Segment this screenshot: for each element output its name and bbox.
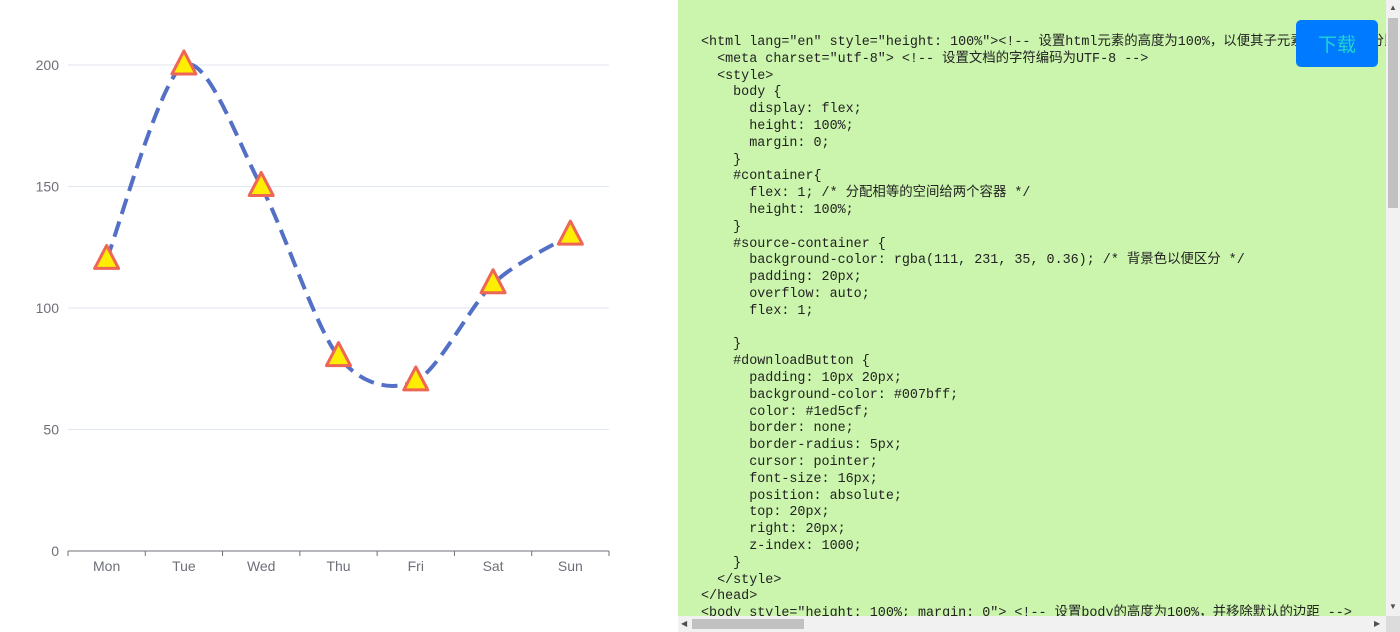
x-tick-label: Sat [483, 558, 504, 574]
data-point-triangle [402, 365, 430, 392]
code-line: display: flex; [701, 102, 862, 118]
x-tick-label: Sun [558, 558, 583, 574]
y-tick-label: 200 [36, 57, 60, 73]
code-line: position: absolute; [701, 488, 902, 504]
code-line: } [701, 152, 742, 168]
x-tick-label: Thu [326, 558, 350, 574]
code-line: top: 20px; [701, 505, 830, 521]
code-line: #container{ [701, 169, 822, 185]
code-line: margin: 0; [701, 135, 830, 151]
code-line: <html lang="en" style="height: 100%"><!-… [701, 35, 1386, 50]
code-line: #source-container { [701, 236, 886, 252]
y-tick-label: 100 [36, 300, 60, 316]
x-tick-label: Fri [408, 558, 424, 574]
scroll-up-arrow-icon[interactable]: ▲ [1389, 3, 1397, 12]
download-button[interactable]: 下载 [1296, 20, 1378, 67]
code-line: height: 100%; [701, 118, 854, 134]
y-tick-label: 50 [43, 422, 59, 438]
x-tick-label: Mon [93, 558, 120, 574]
code-line: flex: 1; [701, 303, 814, 319]
data-point-triangle [170, 49, 198, 76]
code-line: </head> [701, 589, 758, 605]
scroll-down-arrow-icon[interactable]: ▼ [1389, 602, 1397, 611]
data-point-triangle [479, 268, 507, 295]
scroll-left-arrow-icon[interactable]: ◀ [681, 619, 687, 628]
code-line: padding: 10px 20px; [701, 370, 902, 386]
code-line: color: #1ed5cf; [701, 404, 870, 420]
code-line: } [701, 219, 742, 235]
code-line: cursor: pointer; [701, 454, 878, 470]
code-line: height: 100%; [701, 202, 854, 218]
code-line: background-color: rgba(111, 231, 35, 0.3… [701, 253, 1245, 269]
code-line: <style> [701, 68, 774, 84]
scrollbar-corner [1386, 616, 1400, 632]
code-line: padding: 20px; [701, 270, 862, 286]
code-line: <meta charset="utf-8"> <!-- 设置文档的字符编码为UT… [701, 51, 1149, 67]
code-line: body { [701, 85, 782, 101]
code-line: <body style="height: 100%; margin: 0"> <… [701, 606, 1352, 616]
data-point-triangle [247, 171, 275, 197]
x-tick-label: Tue [172, 558, 196, 574]
data-point-triangle [556, 219, 584, 246]
chart-container: 0 50 100 150 200 Mon Tue Wed Thu Fri Sat Sun [0, 0, 678, 632]
code-line: font-size: 16px; [701, 471, 878, 487]
horizontal-scrollbar[interactable]: ◀ ▶ [678, 616, 1386, 632]
code-line: right: 20px; [701, 522, 846, 538]
scroll-right-arrow-icon[interactable]: ▶ [1374, 619, 1380, 628]
code-line: border: none; [701, 421, 854, 437]
y-tick-label: 0 [51, 543, 59, 559]
code-line: z-index: 1000; [701, 538, 862, 554]
source-code: <html lang="en" style="height: 100%"><!-… [701, 35, 1386, 616]
y-tick-label: 150 [36, 179, 60, 195]
code-line: flex: 1; /* 分配相等的空间给两个容器 */ [701, 186, 1031, 202]
series-line [104, 62, 572, 388]
line-chart: 0 50 100 150 200 Mon Tue Wed Thu Fri Sat Sun [36, 49, 610, 574]
source-container: <html lang="en" style="height: 100%"><!-… [678, 0, 1386, 616]
code-line: overflow: auto; [701, 286, 870, 302]
code-line: #downloadButton { [701, 354, 870, 370]
code-line: } [701, 337, 742, 353]
vertical-scrollbar[interactable]: ▲ ▼ [1386, 0, 1400, 616]
code-line: background-color: #007bff; [701, 387, 959, 403]
vertical-scroll-thumb[interactable] [1388, 18, 1398, 208]
x-tick-label: Wed [247, 558, 276, 574]
code-line: } [701, 555, 742, 571]
code-line: border-radius: 5px; [701, 438, 902, 454]
horizontal-scroll-thumb[interactable] [692, 619, 804, 629]
code-line: </style> [701, 572, 782, 588]
data-point-triangle [93, 243, 121, 270]
